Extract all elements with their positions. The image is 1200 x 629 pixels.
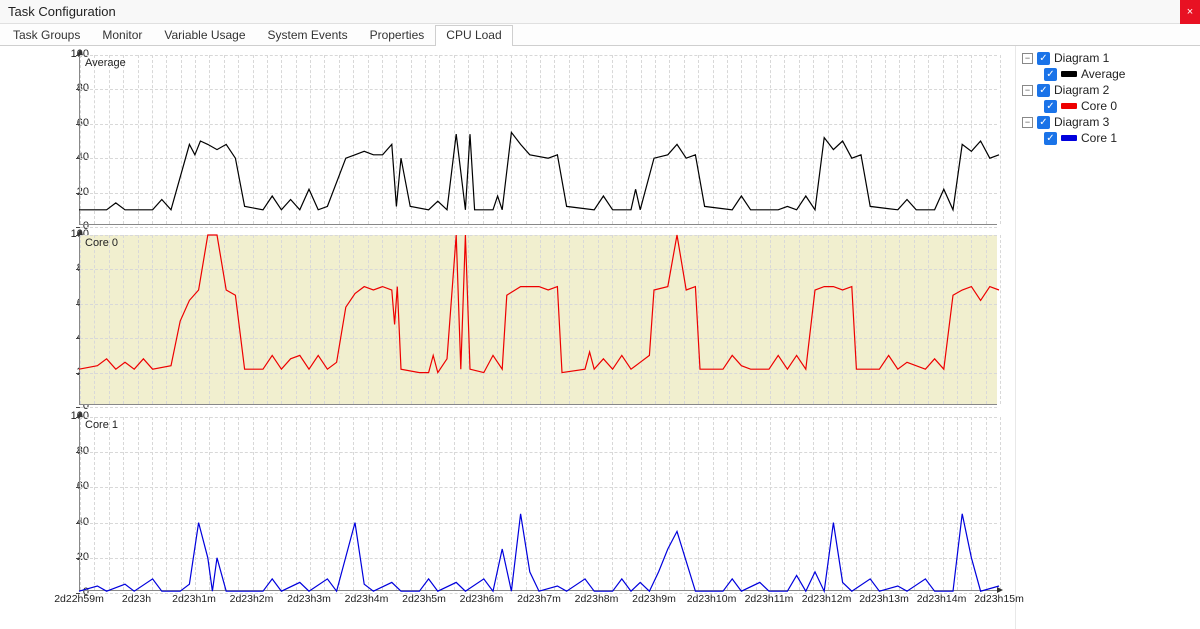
legend-group-label: Diagram 2 bbox=[1054, 83, 1109, 97]
checkbox-icon[interactable]: ✓ bbox=[1044, 68, 1057, 81]
legend-series-label: Core 1 bbox=[1081, 131, 1117, 145]
x-tick-label: 2d23h2m bbox=[230, 593, 274, 605]
legend-group-3[interactable]: − ✓ Diagram 3 bbox=[1022, 114, 1194, 130]
x-tick-label: 2d23h bbox=[122, 593, 151, 605]
legend-series-label: Core 0 bbox=[1081, 99, 1117, 113]
checkbox-icon[interactable]: ✓ bbox=[1044, 132, 1057, 145]
x-tick-label: 2d22h59m bbox=[54, 593, 104, 605]
legend-series-label: Average bbox=[1081, 67, 1125, 81]
legend-panel: − ✓ Diagram 1 ✓ Average − ✓ Diagram 2 ✓ … bbox=[1015, 46, 1200, 629]
x-tick-label: 2d23h3m bbox=[287, 593, 331, 605]
legend-series-average[interactable]: ✓ Average bbox=[1022, 66, 1194, 82]
checkbox-icon[interactable]: ✓ bbox=[1044, 100, 1057, 113]
tab-cpu-load[interactable]: CPU Load bbox=[435, 25, 512, 46]
x-tick-label: 2d23h13m bbox=[859, 593, 909, 605]
chart-area: 020406080100Average020406080100Core 0020… bbox=[0, 46, 1015, 629]
checkbox-icon[interactable]: ✓ bbox=[1037, 84, 1050, 97]
x-tick-label: 2d23h6m bbox=[460, 593, 504, 605]
chart-panel-0[interactable]: Average bbox=[78, 54, 998, 226]
checkbox-icon[interactable]: ✓ bbox=[1037, 52, 1050, 65]
x-tick-label: 2d23h12m bbox=[802, 593, 852, 605]
x-tick-label: 2d23h4m bbox=[345, 593, 389, 605]
legend-series-core1[interactable]: ✓ Core 1 bbox=[1022, 130, 1194, 146]
x-tick-label: 2d23h7m bbox=[517, 593, 561, 605]
tab-task-groups[interactable]: Task Groups bbox=[2, 25, 91, 45]
x-tick-label: 2d23h11m bbox=[745, 593, 794, 605]
close-icon[interactable]: × bbox=[1180, 0, 1200, 24]
x-tick-label: 2d23h8m bbox=[575, 593, 619, 605]
legend-group-1[interactable]: − ✓ Diagram 1 bbox=[1022, 50, 1194, 66]
window-title: Task Configuration bbox=[8, 4, 116, 19]
swatch-icon bbox=[1061, 103, 1077, 109]
chart-trace bbox=[79, 55, 999, 227]
swatch-icon bbox=[1061, 135, 1077, 141]
x-tick-label: 2d23h14m bbox=[917, 593, 967, 605]
x-tick-label: 2d23h5m bbox=[402, 593, 446, 605]
x-tick-label: 2d23h9m bbox=[632, 593, 676, 605]
tab-monitor[interactable]: Monitor bbox=[91, 25, 153, 45]
chart-panel-2[interactable]: Core 12d22h59m2d23h2d23h1m2d23h2m2d23h3m… bbox=[78, 416, 998, 592]
legend-group-2[interactable]: − ✓ Diagram 2 bbox=[1022, 82, 1194, 98]
x-tick-label: 2d23h1m bbox=[172, 593, 216, 605]
tab-variable-usage[interactable]: Variable Usage bbox=[153, 25, 256, 45]
legend-series-core0[interactable]: ✓ Core 0 bbox=[1022, 98, 1194, 114]
tab-properties[interactable]: Properties bbox=[359, 25, 436, 45]
swatch-icon bbox=[1061, 71, 1077, 77]
tab-system-events[interactable]: System Events bbox=[257, 25, 359, 45]
legend-group-label: Diagram 1 bbox=[1054, 51, 1109, 65]
window-titlebar: Task Configuration × bbox=[0, 0, 1200, 24]
x-tick-label: 2d23h10m bbox=[687, 593, 737, 605]
checkbox-icon[interactable]: ✓ bbox=[1037, 116, 1050, 129]
chart-panel-1[interactable]: Core 0 bbox=[78, 234, 998, 406]
collapse-icon[interactable]: − bbox=[1022, 117, 1033, 128]
chart-trace bbox=[79, 417, 999, 593]
legend-group-label: Diagram 3 bbox=[1054, 115, 1109, 129]
collapse-icon[interactable]: − bbox=[1022, 85, 1033, 96]
x-tick-label: 2d23h15m bbox=[974, 593, 1024, 605]
collapse-icon[interactable]: − bbox=[1022, 53, 1033, 64]
tab-bar: Task Groups Monitor Variable Usage Syste… bbox=[0, 24, 1200, 46]
chart-trace bbox=[79, 235, 999, 407]
